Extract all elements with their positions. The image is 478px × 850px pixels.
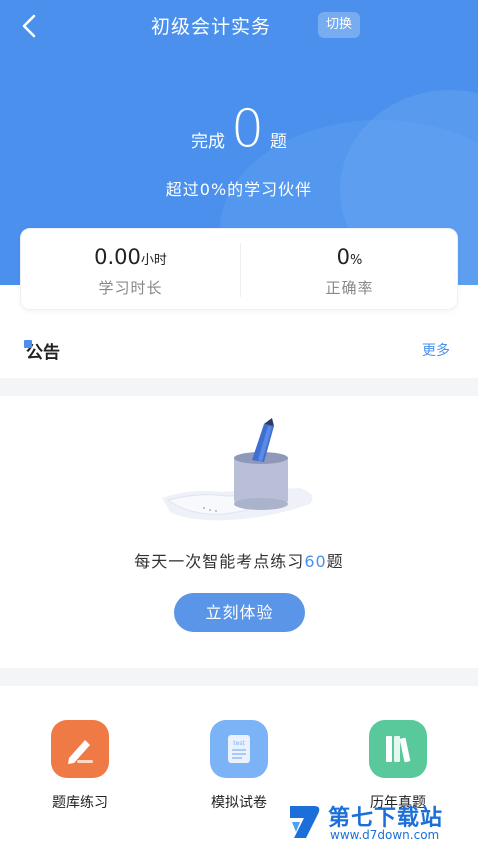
daily-prefix: 每天一次智能考点练习 bbox=[134, 552, 305, 571]
study-time-label: 学习时长 bbox=[98, 279, 163, 297]
more-link[interactable]: 更多 bbox=[422, 340, 450, 360]
site-logo bbox=[290, 806, 320, 838]
svg-text:test: test bbox=[233, 740, 245, 747]
study-time-unit: 小时 bbox=[140, 253, 167, 268]
test-paper-icon: test bbox=[210, 720, 268, 778]
completed-prefix: 完成 bbox=[190, 132, 225, 152]
section-divider bbox=[0, 668, 478, 686]
nav-past-exams[interactable]: 历年真题 bbox=[343, 710, 453, 812]
top-bar: 初级会计实务 切换 bbox=[0, 0, 478, 52]
nav-label: 题库练习 bbox=[52, 795, 108, 811]
accuracy-number: 0 bbox=[336, 245, 350, 269]
section-divider bbox=[0, 378, 478, 396]
switch-subject-button[interactable]: 切换 bbox=[318, 12, 361, 38]
accuracy-stat: 0% 正确率 bbox=[240, 229, 459, 311]
watermark: 第七下载站 www.d7down.com bbox=[284, 798, 474, 846]
study-time-value: 0.00小时 bbox=[21, 245, 240, 269]
books-icon bbox=[369, 720, 427, 778]
completed-number: 0 bbox=[230, 99, 265, 159]
nav-question-bank[interactable]: 题库练习 bbox=[25, 710, 135, 812]
notice-header: 公告 更多 bbox=[0, 330, 478, 370]
nav-mock-exam[interactable]: test 模拟试卷 bbox=[184, 710, 294, 812]
pencil-paper-icon bbox=[51, 720, 109, 778]
daily-suffix: 题 bbox=[326, 552, 344, 571]
notice-title: 公告 bbox=[24, 338, 60, 363]
study-time-number: 0.00 bbox=[94, 245, 141, 269]
nav-label: 模拟试卷 bbox=[211, 795, 267, 811]
try-now-button[interactable]: 立刻体验 bbox=[174, 593, 305, 632]
accuracy-value: 0% bbox=[240, 245, 459, 269]
completed-count: 完成 0 题 bbox=[0, 100, 478, 158]
pencil-cup-illustration bbox=[162, 418, 313, 521]
accuracy-label: 正确率 bbox=[325, 279, 374, 297]
completed-suffix: 题 bbox=[270, 132, 288, 152]
stats-card: 0.00小时 学习时长 0% 正确率 bbox=[20, 228, 458, 310]
page-title: 初级会计实务 bbox=[150, 16, 271, 38]
title-accent-mark bbox=[24, 340, 32, 348]
accuracy-unit: % bbox=[350, 253, 363, 268]
daily-practice-text: 每天一次智能考点练习60题 bbox=[0, 548, 478, 572]
study-time-stat: 0.00小时 学习时长 bbox=[21, 229, 240, 311]
daily-count: 60 bbox=[304, 552, 327, 571]
watermark-url: www.d7down.com bbox=[330, 828, 440, 842]
percentile-text: 超过0%的学习伙伴 bbox=[165, 180, 313, 199]
